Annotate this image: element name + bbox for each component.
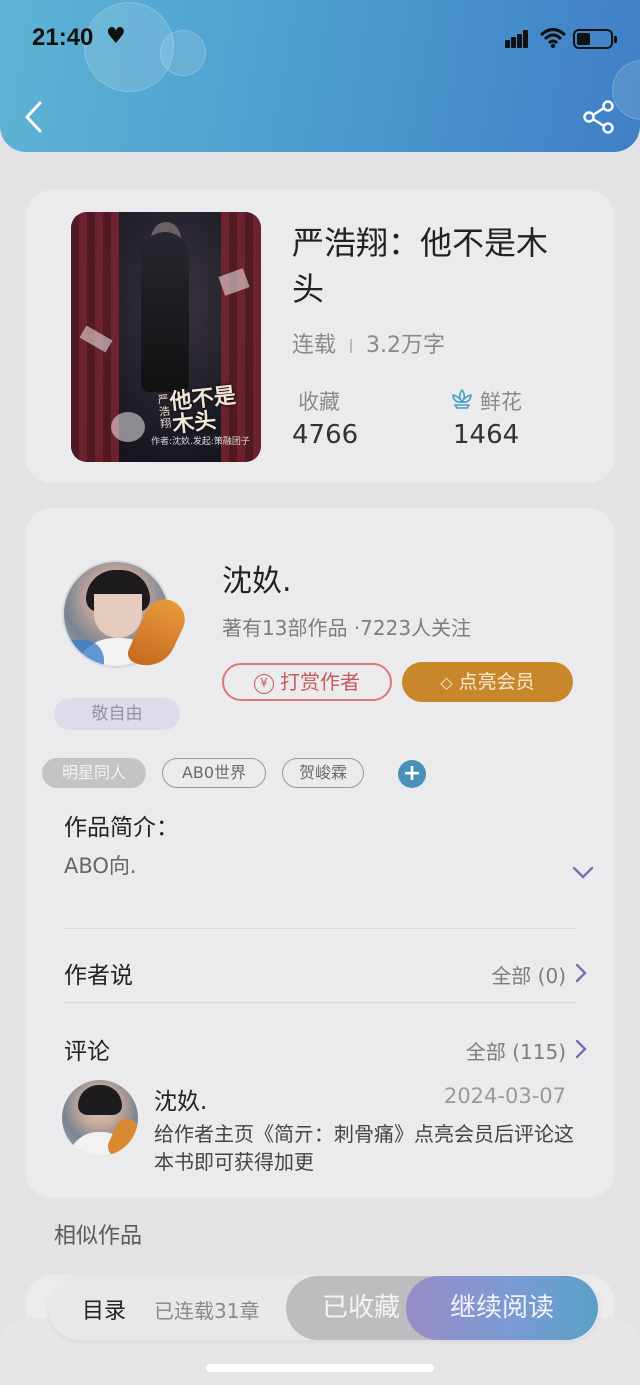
book-cover[interactable]: 严浩翔 他不是木头 作者:沈奺.发起:策融团子 (71, 212, 261, 462)
share-icon[interactable] (582, 100, 616, 134)
flowers-label: 鲜花 (480, 390, 522, 414)
comments-link[interactable]: 全部 (115) (466, 1036, 566, 1065)
chevron-down-icon[interactable] (572, 866, 594, 880)
divider (64, 1002, 576, 1003)
book-info-card: 严浩翔 他不是木头 作者:沈奺.发起:策融团子 严浩翔：他不是木头 连载 3.2万… (26, 190, 614, 483)
author-says-label: 作者说 (64, 963, 133, 989)
tag-chip[interactable]: AB0世界 (162, 758, 266, 788)
favorites-label: 收藏 (298, 390, 340, 414)
yen-icon: ¥ (254, 674, 274, 694)
toc-button[interactable]: 目录 (82, 1293, 126, 1325)
bottom-action-bar: 目录 已连载31章 已收藏 继续阅读 (48, 1276, 600, 1340)
continue-reading-button[interactable]: 继续阅读 (406, 1276, 598, 1340)
status-time: 21:40 (32, 24, 94, 51)
comment-date: 2024-03-07 (443, 1084, 566, 1108)
comment-text[interactable]: 给作者主页《简亓：刺骨痛》点亮会员后评论这本书即可获得加更 (154, 1120, 574, 1176)
flower-icon (452, 389, 472, 409)
author-badge: 敬自由 (54, 698, 180, 730)
book-title: 严浩翔：他不是木头 (292, 224, 549, 308)
chevron-right-icon[interactable] (574, 962, 588, 984)
cover-title: 他不是木头 (168, 383, 237, 439)
reward-author-button[interactable]: ¥ 打赏作者 (222, 663, 392, 701)
book-status: 连载 (292, 333, 337, 358)
home-indicator (206, 1364, 434, 1372)
signal-icon (505, 30, 529, 48)
reward-author-label: 打赏作者 (280, 670, 360, 694)
similar-works-label: 相似作品 (54, 1224, 143, 1249)
vip-button[interactable]: ◇ 点亮会员 (402, 662, 573, 702)
tag-chip[interactable]: 贺峻霖 (282, 758, 364, 788)
heart-icon: ♥ (106, 24, 126, 49)
cover-author: 作者:沈奺.发起:策融团子 (151, 437, 250, 447)
intro-text: ABO向. (64, 854, 137, 878)
battery-icon (573, 29, 617, 49)
comments-label: 评论 (64, 1039, 110, 1065)
book-meta: 连载 3.2万字 (292, 327, 445, 359)
chevron-right-icon[interactable] (574, 1038, 588, 1060)
author-says-link[interactable]: 全部 (0) (491, 960, 566, 989)
author-stats: 著有13部作品 ·7223人关注 (222, 616, 472, 640)
favorites-value: 4766 (292, 420, 359, 450)
header: 21:40 ♥ (0, 0, 640, 152)
comment-author-name[interactable]: 沈奺. (154, 1082, 207, 1116)
wifi-icon (540, 28, 566, 49)
comment-avatar[interactable] (62, 1080, 138, 1156)
chapter-count: 已连载31章 (154, 1299, 260, 1323)
author-detail-card: 敬自由 沈奺. 著有13部作品 ·7223人关注 ¥ 打赏作者 ◇ 点亮会员 明星同… (26, 508, 614, 1198)
author-name[interactable]: 沈奺. (222, 556, 292, 600)
diamond-icon: ◇ (440, 673, 453, 692)
status-bar: 21:40 ♥ (0, 0, 640, 80)
divider (64, 928, 576, 929)
intro-label: 作品简介： (64, 815, 179, 841)
vip-label: 点亮会员 (458, 671, 535, 693)
tag-chip[interactable]: 明星同人 (42, 758, 146, 788)
flowers-value: 1464 (453, 420, 520, 450)
add-tag-icon[interactable]: + (398, 760, 426, 788)
book-word-count: 3.2万字 (366, 333, 446, 358)
back-chevron-icon[interactable] (22, 100, 46, 134)
